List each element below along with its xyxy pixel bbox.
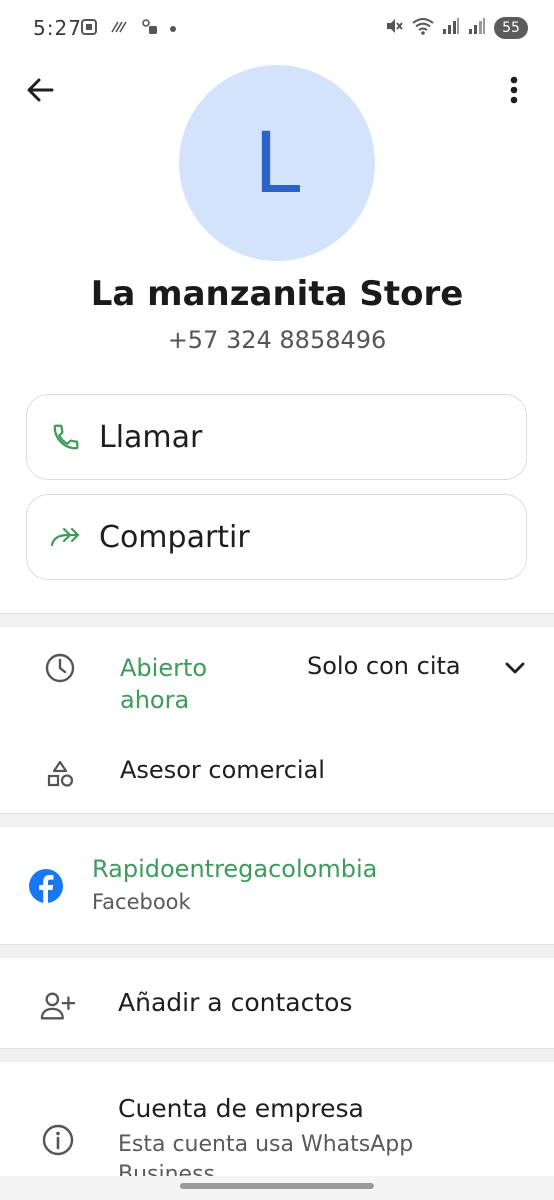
nfc-icon: [110, 18, 128, 40]
clock-icon: [42, 650, 78, 686]
notification-dot-icon: [170, 26, 176, 32]
info-icon: [40, 1122, 76, 1158]
back-button[interactable]: [22, 74, 58, 110]
add-to-contacts-label: Añadir a contactos: [118, 988, 353, 1017]
facebook-icon: [28, 868, 64, 904]
section-divider: [0, 1048, 554, 1062]
signal-icon: [442, 17, 460, 39]
signal-icon-2: [468, 17, 486, 39]
chevron-down-icon: [504, 660, 526, 679]
battery-indicator: 55: [494, 17, 528, 39]
business-account-subtitle: Esta cuenta usa WhatsApp Business: [118, 1132, 414, 1180]
section-divider: [0, 613, 554, 627]
lock-icon: [140, 18, 158, 40]
share-label: Compartir: [99, 519, 250, 555]
wifi-icon: [412, 16, 434, 40]
share-button[interactable]: Compartir: [26, 494, 527, 580]
contact-phone[interactable]: +57 324 8858496: [0, 326, 554, 354]
mute-icon: [384, 16, 404, 40]
arrow-left-icon: [25, 75, 55, 109]
avatar-letter: L: [253, 114, 301, 212]
business-category: Asesor comercial: [120, 756, 325, 784]
screenshot-icon: [80, 18, 98, 40]
social-platform: Facebook: [92, 890, 191, 914]
contact-name: La manzanita Store: [90, 274, 464, 314]
section-divider: [0, 813, 554, 827]
forward-icon: [49, 520, 83, 554]
hours-status[interactable]: Abierto ahora: [120, 652, 240, 716]
section-divider: [0, 944, 554, 958]
avatar[interactable]: L: [179, 65, 375, 261]
hours-detail[interactable]: Solo con cita: [307, 652, 461, 680]
status-bar: 5:27 55: [0, 0, 554, 58]
call-label: Llamar: [99, 419, 203, 455]
person-add-icon: [40, 988, 76, 1024]
category-icon: [42, 756, 78, 792]
more-options-button[interactable]: [496, 74, 532, 110]
call-button[interactable]: Llamar: [26, 394, 527, 480]
home-handle[interactable]: [180, 1183, 374, 1189]
social-account-name[interactable]: Rapidoentregacolombia: [92, 855, 377, 883]
phone-icon: [49, 420, 83, 454]
business-account-title: Cuenta de empresa: [118, 1094, 364, 1123]
more-vert-icon: [509, 75, 519, 109]
status-time: 5:27: [33, 16, 82, 40]
expand-hours-button[interactable]: [498, 652, 532, 686]
